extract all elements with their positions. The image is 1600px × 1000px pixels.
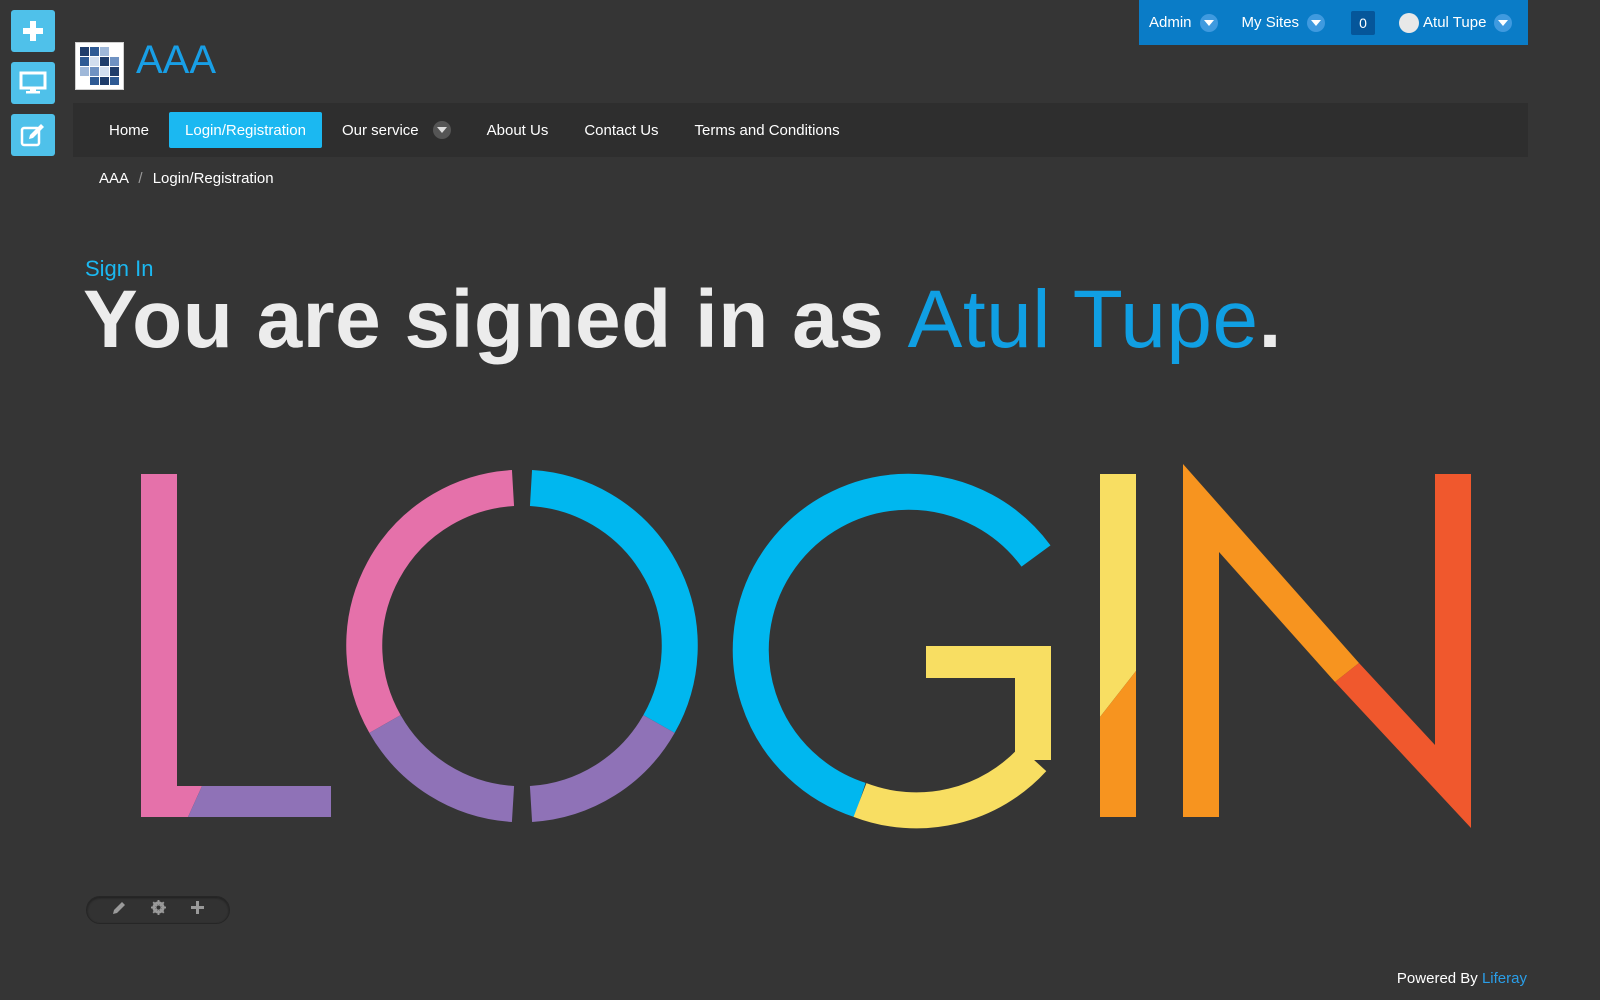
site-name[interactable]: AAA bbox=[136, 38, 216, 83]
signed-in-message: You are signed in as Atul Tupe. bbox=[83, 273, 1282, 367]
chevron-down-icon bbox=[432, 121, 451, 139]
user-menu[interactable]: Atul Tupe bbox=[1399, 0, 1513, 45]
avatar bbox=[1399, 12, 1420, 33]
breadcrumb: AAA / Login/Registration bbox=[99, 170, 274, 187]
main-navigation: Home Login/Registration Our service Abou… bbox=[73, 103, 1528, 157]
letter-o bbox=[346, 470, 698, 822]
letter-g bbox=[732, 473, 1051, 829]
signed-in-user-name: Atul Tupe bbox=[907, 274, 1259, 365]
my-sites-menu[interactable]: My Sites bbox=[1242, 0, 1326, 45]
dockbar: Admin My Sites 0 Atul Tupe bbox=[1139, 0, 1528, 45]
my-sites-label: My Sites bbox=[1241, 14, 1300, 31]
nav-item-our-service[interactable]: Our service bbox=[326, 112, 467, 148]
chevron-down-icon bbox=[1199, 13, 1218, 32]
gear-icon bbox=[150, 900, 166, 915]
portlet-toolbar bbox=[86, 896, 230, 924]
liferay-link[interactable]: Liferay bbox=[1482, 970, 1527, 987]
add-button[interactable] bbox=[11, 10, 55, 52]
nav-item-home[interactable]: Home bbox=[93, 112, 165, 148]
admin-label: Admin bbox=[1149, 14, 1192, 31]
nav-item-terms[interactable]: Terms and Conditions bbox=[679, 112, 856, 148]
letter-l bbox=[141, 474, 331, 817]
letter-i bbox=[1100, 474, 1136, 817]
portlet-configuration-button[interactable] bbox=[150, 900, 166, 920]
nav-item-login-registration[interactable]: Login/Registration bbox=[169, 112, 322, 148]
nav-item-contact-us[interactable]: Contact Us bbox=[568, 112, 674, 148]
portlet-add-button[interactable] bbox=[191, 901, 205, 919]
logo-icon bbox=[80, 47, 119, 85]
edit-icon bbox=[20, 124, 44, 147]
pencil-icon bbox=[112, 901, 125, 914]
login-graphic bbox=[141, 464, 1471, 829]
user-name-label: Atul Tupe bbox=[1423, 14, 1487, 31]
nav-item-label: Our service bbox=[341, 121, 419, 139]
powered-by: Powered By Liferay bbox=[1397, 970, 1527, 987]
edit-controls-button[interactable] bbox=[11, 114, 55, 156]
admin-menu[interactable]: Admin bbox=[1149, 0, 1218, 45]
powered-by-label: Powered By bbox=[1396, 970, 1478, 987]
plus-icon bbox=[191, 901, 205, 914]
site-logo[interactable] bbox=[75, 42, 124, 90]
nav-item-about-us[interactable]: About Us bbox=[471, 112, 565, 148]
message-suffix: . bbox=[1258, 274, 1282, 365]
notifications-button[interactable]: 0 bbox=[1351, 0, 1376, 45]
chevron-down-icon bbox=[1307, 13, 1326, 32]
monitor-icon bbox=[19, 71, 47, 94]
notification-count: 0 bbox=[1351, 10, 1376, 35]
breadcrumb-item-current[interactable]: Login/Registration bbox=[153, 170, 274, 187]
breadcrumb-separator: / bbox=[138, 170, 143, 187]
chevron-down-icon bbox=[1494, 13, 1513, 32]
portlet-edit-button[interactable] bbox=[112, 901, 126, 920]
plus-icon bbox=[23, 21, 43, 41]
letter-n bbox=[1183, 464, 1471, 828]
breadcrumb-item-site[interactable]: AAA bbox=[99, 170, 128, 187]
preview-button[interactable] bbox=[11, 62, 55, 104]
message-prefix: You are signed in as bbox=[83, 274, 908, 365]
